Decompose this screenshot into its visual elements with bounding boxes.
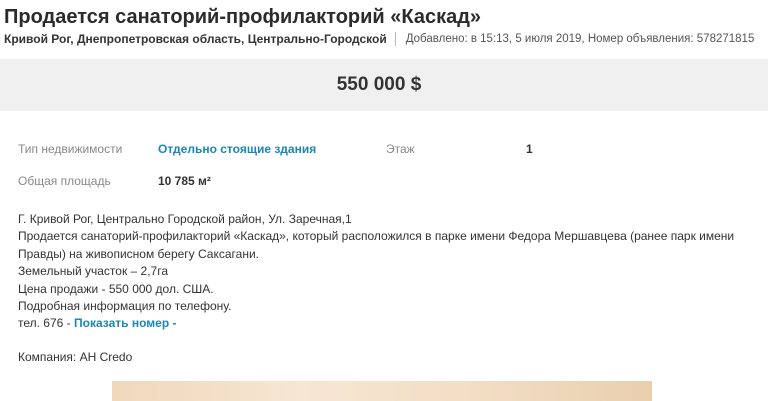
listing-title: Продается санаторий-профилакторий «Каска…	[4, 6, 482, 28]
area-value: 10 785 м²	[158, 174, 211, 188]
description-line: Г. Кривой Рог, Центрально Городской райо…	[18, 212, 352, 226]
description-line: Земельный участок – 2,7га	[18, 264, 169, 279]
show-phone-link[interactable]: Показать номер -	[74, 316, 176, 330]
description-line: Продается санаторий-профилакторий «Каска…	[18, 229, 735, 244]
company-name: Компания: АН Credo	[18, 350, 133, 364]
floor-label: Этаж	[386, 142, 415, 156]
area-label: Общая площадь	[18, 174, 111, 188]
description-line: Цена продажи - 550 000 дол. США.	[18, 281, 214, 296]
listing-location: Кривой Рог, Днепропетровская область, Це…	[4, 32, 387, 46]
price-bar: 550 000 $	[0, 59, 768, 111]
listing-price: 550 000 $	[336, 74, 422, 95]
listing-photo[interactable]	[112, 381, 652, 401]
description-line: Правды) на живописном берегу Саксагани.	[18, 246, 259, 261]
phone-prefix: тел. 676 -	[18, 316, 74, 331]
floor-value: 1	[526, 142, 533, 156]
property-type-link[interactable]: Отдельно стоящие здания	[158, 142, 316, 156]
listing-description: Г. Кривой Рог, Центрально Городской райо…	[18, 211, 753, 333]
property-type-label: Тип недвижимости	[18, 142, 123, 156]
phone-line: тел. 676 - Показать номер -	[18, 315, 753, 332]
description-line: Подробная информация по телефону.	[18, 299, 232, 314]
listing-meta: Добавлено: в 15:13, 5 июля 2019, Номер о…	[405, 33, 755, 45]
listing-subline: Кривой Рог, Днепропетровская область, Це…	[4, 32, 754, 46]
divider	[394, 32, 396, 46]
